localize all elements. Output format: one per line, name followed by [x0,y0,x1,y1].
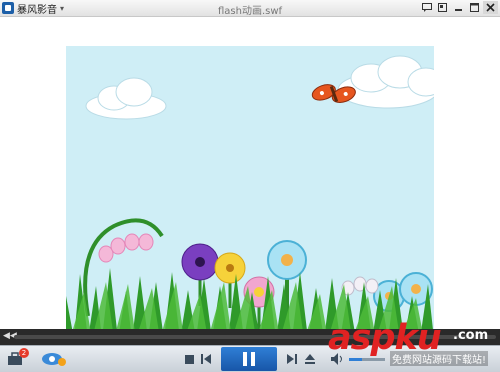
open-file-button[interactable] [304,353,316,365]
flash-animation-frame [66,46,434,339]
pause-button[interactable] [221,347,277,371]
watermark-subtitle: 免费网站源码下载站! [390,351,489,366]
previous-icon [201,354,211,364]
eye-icon [42,353,66,366]
window-controls [419,1,498,14]
notification-badge: 2 [19,348,29,358]
watermark: aspku .com 免费网站源码下载站! [328,318,500,371]
toolbox-button[interactable]: 2 [6,348,29,368]
eye-protect-button[interactable] [40,350,68,368]
next-icon [287,354,297,364]
minimize-icon[interactable] [451,1,466,14]
pause-icon [243,352,255,366]
watermark-suffix: .com [453,328,489,343]
stop-icon [184,354,194,364]
previous-button[interactable] [200,353,212,365]
chat-icon[interactable] [419,1,434,14]
title-bar: 暴风影音 ▾ flash动画.swf [0,0,500,17]
next-button[interactable] [286,353,298,365]
video-area[interactable] [0,17,500,339]
maximize-icon[interactable] [467,1,482,14]
close-icon[interactable] [483,1,498,14]
pin-icon[interactable] [435,1,450,14]
stop-button[interactable] [183,353,195,365]
eject-icon [305,354,315,364]
